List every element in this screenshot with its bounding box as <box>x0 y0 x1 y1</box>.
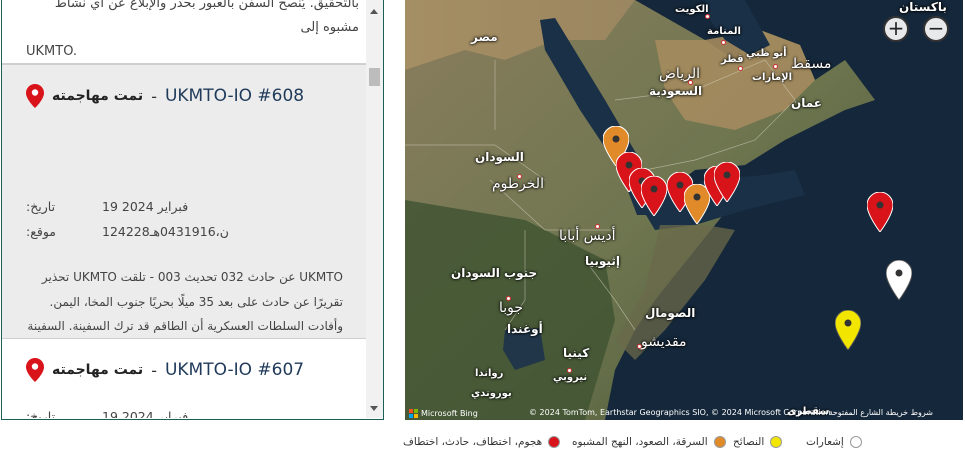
description-line: UKMTO. <box>26 44 78 59</box>
legend-label: هجوم، اختطاف، حادث، اختطاف <box>403 436 543 448</box>
legend-swatch-icon <box>548 436 561 448</box>
legend-item-advisories: النصائح <box>733 436 783 448</box>
legend-item-notices: إشعارات <box>806 436 862 448</box>
incident-status: تمت مهاجمته <box>52 88 144 104</box>
city-dot <box>517 174 522 179</box>
map-label-muscat: مسقط <box>791 56 832 72</box>
zoom-in-button[interactable]: + <box>883 16 909 42</box>
incident-marker-attack[interactable] <box>714 162 740 202</box>
map-label-rwanda: رواندا <box>475 368 504 379</box>
map-label-burundi: بوروندي <box>471 388 512 399</box>
microsoft-logo-icon <box>409 409 418 418</box>
city-dot <box>738 66 743 71</box>
map-label-ethiopia: إثيوبيا <box>585 254 620 268</box>
city-dot <box>637 344 642 349</box>
incident-marker-attack[interactable] <box>867 192 893 232</box>
map-label-somalia: الصومال <box>645 306 696 320</box>
map-label-uganda: أوغندا <box>507 322 543 336</box>
zoom-out-button[interactable]: − <box>923 16 949 42</box>
incident-list: بالتحقيق. يُنصح السفن بالعبور بحذر والإب… <box>2 0 367 418</box>
map-attribution-bar: Microsoft Bing © 2024 TomTom, Earthstar … <box>405 406 963 420</box>
scroll-up-arrow-icon[interactable] <box>370 9 378 14</box>
legend-item-attacks: هجوم، اختطاف، حادث، اختطاف <box>403 436 561 448</box>
date-value: فبراير 2024 19 <box>102 409 189 418</box>
title-separator: - <box>151 86 157 106</box>
legend-swatch-icon <box>770 436 783 448</box>
incident-card-608[interactable]: تمت مهاجمته - UKMTO-IO #608 :تاريخ فبراي… <box>2 64 367 382</box>
title-separator: - <box>151 360 157 380</box>
incident-marker-attack[interactable] <box>641 176 667 216</box>
city-dot <box>506 296 511 301</box>
incident-list-panel: بالتحقيق. يُنصح السفن بالعبور بحذر والإب… <box>1 0 384 420</box>
incident-id: UKMTO-IO #607 <box>164 360 305 380</box>
location-value: ن،0431916هـ124228 <box>102 224 229 239</box>
legend-label: النصائح <box>733 436 765 448</box>
legend-swatch-icon <box>713 436 726 448</box>
incident-map[interactable]: الكويت المنامة قطر أبو ظبي الإمارات مسقط… <box>405 0 963 420</box>
incident-marker-advisory[interactable] <box>835 310 861 350</box>
map-label-nairobi: نيروبي <box>553 372 588 383</box>
incident-card-previous[interactable]: بالتحقيق. يُنصح السفن بالعبور بحذر والإب… <box>2 0 367 64</box>
legend-label: السرقة، الصعود، النهج المشبوه <box>572 436 708 448</box>
incident-card-607[interactable]: تمت مهاجمته - UKMTO-IO #607 :تاريخ فبراي… <box>2 339 367 418</box>
map-label-addis-ababa: أديس أبابا <box>559 228 616 244</box>
city-dot <box>595 224 600 229</box>
date-value: فبراير 2024 19 <box>102 199 189 214</box>
incident-status: تمت مهاجمته <box>52 362 144 378</box>
incident-title: تمت مهاجمته - UKMTO-IO #607 <box>26 357 304 383</box>
map-label-doha: قطر <box>721 54 744 65</box>
scroll-down-arrow-icon[interactable] <box>370 406 378 411</box>
incident-marker-notice[interactable] <box>886 260 912 300</box>
description-line: بالتحقيق. يُنصح السفن بالعبور بحذر والإب… <box>54 0 359 35</box>
map-label-abu-dhabi: أبو ظبي <box>746 48 787 59</box>
map-label-saudi: السعودية <box>649 84 703 98</box>
map-label-pakistan: باكستان <box>899 0 947 14</box>
date-label: :تاريخ <box>26 199 56 214</box>
map-pin-icon <box>26 358 44 382</box>
legend-item-suspicious: السرقة، الصعود، النهج المشبوه <box>572 436 726 448</box>
map-label-south-sudan: جنوب السودان <box>451 266 538 280</box>
map-terms-link[interactable]: شروط خريطة الشارع المفتوحة <box>829 408 933 417</box>
legend-label: إشعارات <box>806 436 844 448</box>
map-label-oman: عمان <box>791 96 822 110</box>
city-dot <box>773 64 778 69</box>
map-label-juba: جوبا <box>499 300 524 316</box>
map-label-kenya: كينيا <box>563 346 590 360</box>
map-label-mogadishu: مقديشو <box>641 334 687 350</box>
bing-logo: Microsoft Bing <box>409 409 478 418</box>
city-dot <box>567 368 572 373</box>
map-label-egypt: مصر <box>471 30 498 44</box>
city-dot <box>688 80 693 85</box>
city-dot <box>705 14 710 19</box>
map-label-kuwait: الكويت <box>675 4 709 15</box>
legend-swatch-icon <box>849 436 862 448</box>
list-scrollbar[interactable] <box>366 0 383 418</box>
incident-description: بالتحقيق. يُنصح السفن بالعبور بحذر والإب… <box>26 0 359 64</box>
incident-title: تمت مهاجمته - UKMTO-IO #608 <box>26 83 304 109</box>
incident-id: UKMTO-IO #608 <box>164 86 305 106</box>
ukmto-incident-page: بالتحقيق. يُنصح السفن بالعبور بحذر والإب… <box>0 0 965 470</box>
map-provider-label: Microsoft Bing <box>421 409 478 418</box>
scrollbar-thumb[interactable] <box>369 68 380 86</box>
map-label-uae: الإمارات <box>752 72 793 83</box>
location-label: :موقع <box>26 224 56 239</box>
map-label-riyadh: الرياض <box>659 66 700 82</box>
map-pin-icon <box>26 84 44 108</box>
city-dot <box>721 40 726 45</box>
map-label-sudan: السودان <box>475 150 524 164</box>
map-label-manama: المنامة <box>707 26 741 37</box>
map-copyright: © 2024 TomTom, Earthstar Geographics SIO… <box>529 408 831 417</box>
date-label: :تاريخ <box>26 409 56 418</box>
